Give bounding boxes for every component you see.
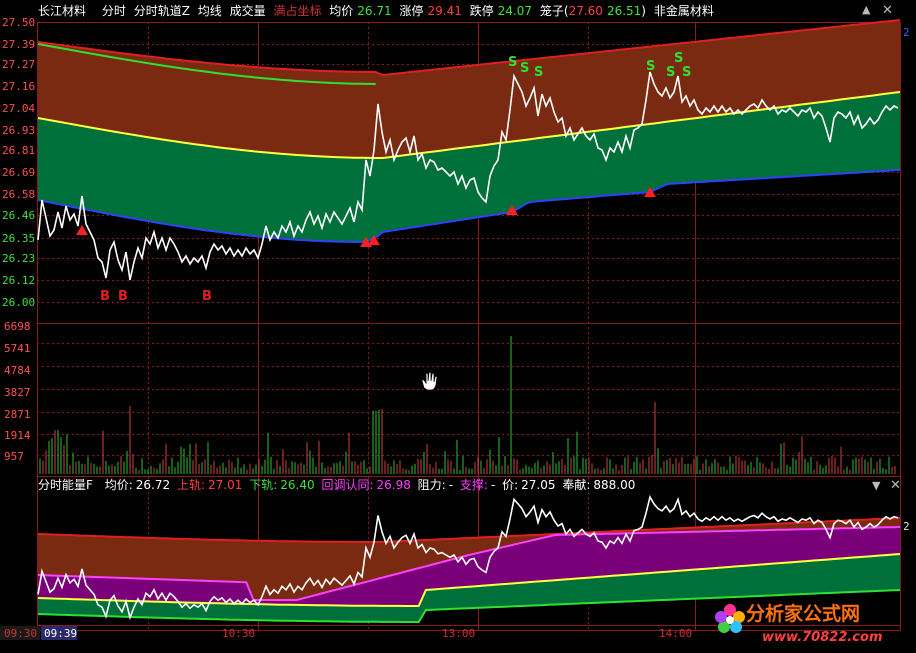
energy-close-icon[interactable]: ✕	[890, 478, 901, 493]
price-axis-label: 26.69	[2, 166, 35, 179]
energy-support-label: 支撑:	[459, 478, 488, 492]
sell-signal-label: S	[520, 61, 529, 76]
price-axis-label: 26.23	[2, 252, 35, 265]
price-axis-labels: 27.50 27.39 27.27 27.16 27.04 26.93 26.81 26.69…	[2, 16, 35, 309]
energy-pullback-value: 26.98	[376, 478, 411, 492]
energy-price-label: 价:	[502, 478, 519, 492]
sell-signal-label: S	[646, 59, 655, 74]
price-axis-label: 27.27	[2, 58, 35, 71]
energy-avg-label: 均价:	[104, 478, 133, 492]
energy-collapse-icon[interactable]: ▼	[872, 479, 880, 492]
volume-axis-label: 6698	[4, 320, 31, 333]
price-panel: B B BS S S S SSS	[37, 19, 901, 304]
hand-cursor-icon	[421, 371, 438, 391]
price-axis-label: 26.35	[2, 232, 35, 245]
sell-signal-label: S	[508, 55, 517, 70]
sell-signal-label: S	[682, 65, 691, 80]
volume-axis-label: 5741	[4, 342, 31, 355]
volume-axis-label: 1914	[4, 429, 31, 442]
price-axis-label: 26.12	[2, 274, 35, 287]
volume-axis-label: 957	[4, 450, 24, 463]
time-label-1300: 13:00	[442, 627, 475, 640]
time-cursor-label: 09:39	[44, 627, 77, 640]
time-label-0930: 09:30	[4, 627, 37, 640]
energy-price-value: 27.05	[521, 478, 556, 492]
energy-title[interactable]: 分时能量F	[38, 478, 93, 492]
energy-avg-value: 26.72	[135, 478, 171, 492]
price-axis-label: 27.16	[2, 80, 35, 93]
sell-signal-label: S	[534, 65, 543, 80]
price-axis-label: 27.39	[2, 38, 35, 51]
watermark-logo-icon	[715, 604, 745, 633]
price-axis-label: 26.58	[2, 188, 35, 201]
energy-contribution-value: 888.00	[593, 478, 636, 492]
price-axis-label: 26.46	[2, 209, 35, 222]
price-axis-label: 27.04	[2, 102, 35, 115]
time-label-1030: 10:30	[222, 627, 255, 640]
price-axis-label: 27.50	[2, 16, 35, 29]
energy-resistance-value: -	[448, 478, 454, 492]
price-axis-label: 26.00	[2, 296, 35, 309]
volume-bars	[39, 336, 896, 474]
buy-signal-label: B	[202, 289, 212, 304]
sell-signal-label: S	[674, 51, 683, 66]
volume-axis-label: 4784	[4, 364, 31, 377]
price-axis-label: 26.93	[2, 124, 35, 137]
buy-signal-label: B	[118, 289, 128, 304]
energy-resistance-label: 阻力:	[417, 478, 446, 492]
energy-panel-header: 分时能量F 均价: 26.72 上轨: 27.01 下轨: 26.40 回调认同: 26…	[0, 476, 916, 494]
time-label-1400: 14:00	[659, 627, 692, 640]
volume-axis-label: 3827	[4, 386, 31, 399]
energy-contribution-label: 奉献:	[562, 478, 591, 492]
price-axis-label: 26.81	[2, 144, 35, 157]
chart-canvas[interactable]: B B BS S S S SSS 27.5027.3927.2727.1627.0426.9…	[0, 0, 916, 653]
energy-lower-value: 26.40	[280, 478, 315, 492]
buy-triangle-icon	[76, 225, 88, 235]
volume-axis-labels: 6698 5741 4784 3827 2871 1914 957	[4, 320, 31, 463]
energy-support-value: -	[490, 478, 496, 492]
watermark-url: www.70822.com	[762, 630, 883, 645]
energy-pullback-label: 回调认同:	[321, 478, 374, 492]
energy-upper-label: 上轨:	[176, 478, 206, 492]
energy-upper-value: 27.01	[208, 478, 243, 492]
buy-signal-label: B	[100, 289, 110, 304]
sell-signal-label: S	[666, 65, 675, 80]
energy-right-tick: 2	[903, 520, 910, 533]
watermark-text: 分析家公式网	[746, 602, 860, 625]
volume-axis-label: 2871	[4, 408, 31, 421]
energy-lower-label: 下轨:	[249, 478, 278, 492]
price-right-tick: 2	[903, 26, 910, 39]
